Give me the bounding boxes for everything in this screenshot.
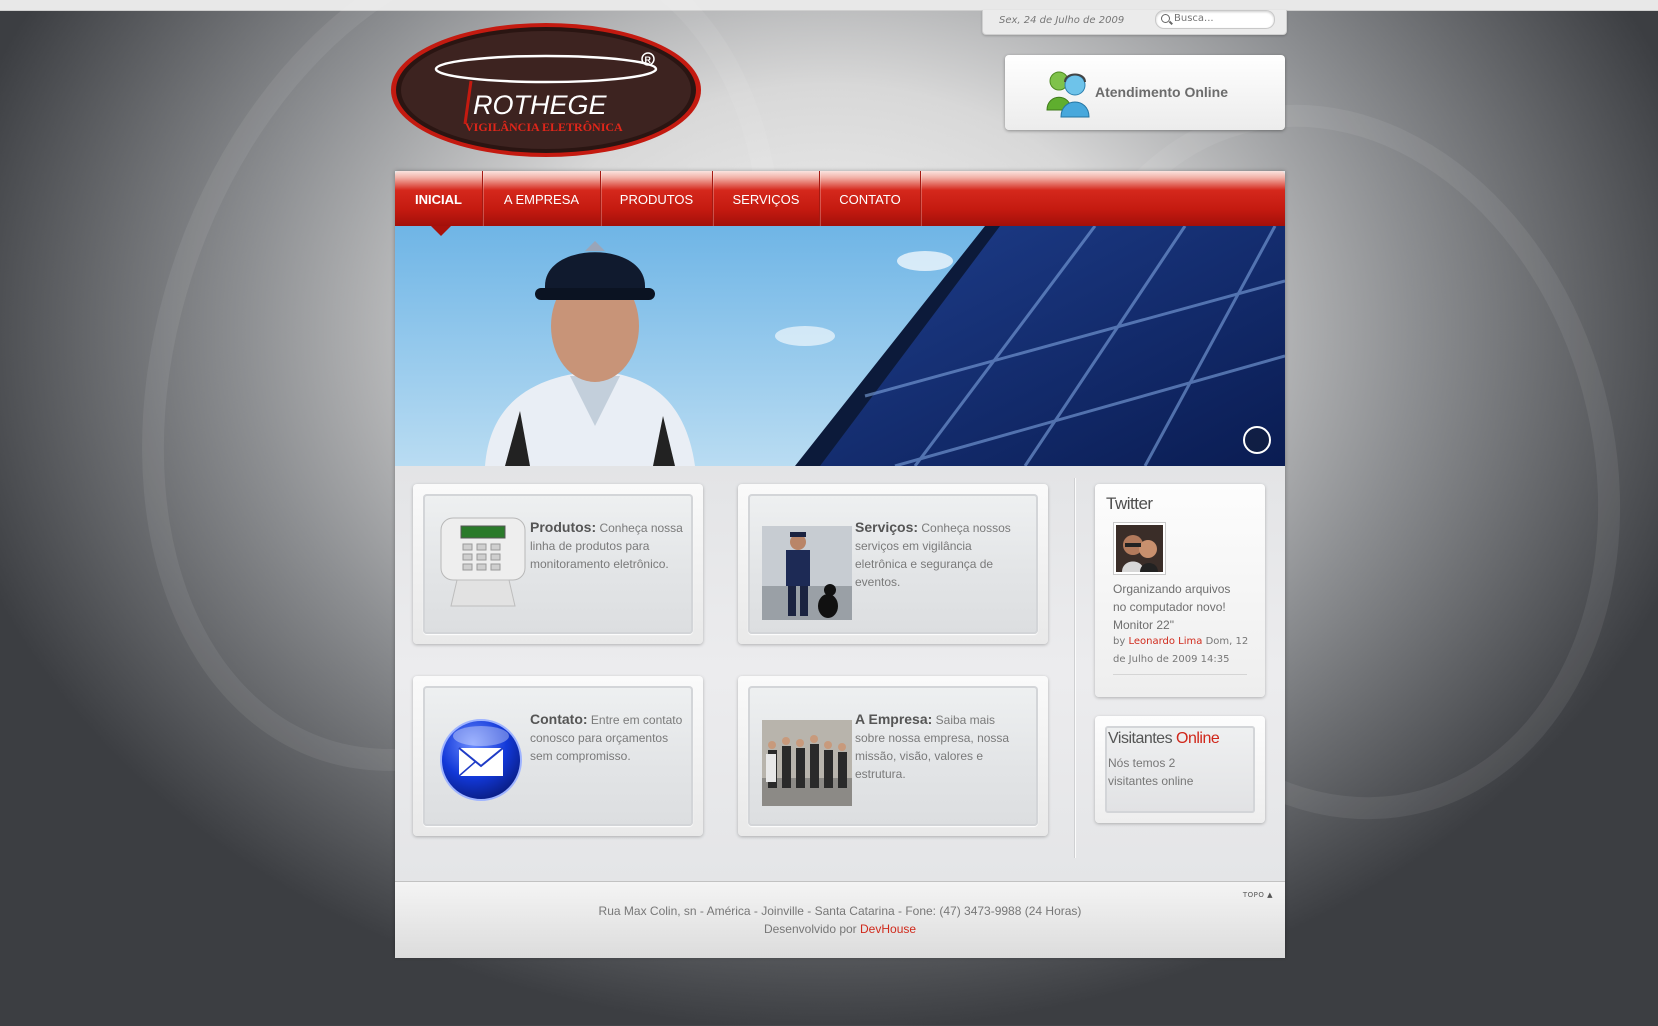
card-title: A Empresa:	[855, 711, 933, 727]
online-support-button[interactable]: Atendimento Online	[1005, 55, 1285, 130]
visitors-title-part1: Visitantes	[1108, 730, 1173, 747]
card-text: Contato: Entre em contato conosco para o…	[530, 710, 688, 765]
site-logo[interactable]: ROTHEGE VIGILÂNCIA ELETRÔNICA R	[389, 21, 703, 160]
hero-banner	[395, 226, 1285, 466]
devhouse-link[interactable]: DevHouse	[860, 922, 916, 936]
card-produtos[interactable]: Produtos: Conheça nossa linha de produto…	[413, 484, 703, 644]
alarm-keypad-image	[437, 514, 527, 608]
tweet-text: Organizando arquivos no computador novo!…	[1113, 582, 1231, 632]
messenger-icon	[1046, 71, 1090, 118]
card-contato[interactable]: Contato: Entre em contato conosco para o…	[413, 676, 703, 836]
card-text: Produtos: Conheça nossa linha de produto…	[530, 518, 688, 573]
card-servicos[interactable]: Serviços: Conheça nossos serviços em vig…	[738, 484, 1048, 644]
logo-subtitle: VIGILÂNCIA ELETRÔNICA	[465, 120, 623, 134]
online-support-label: Atendimento Online	[1095, 84, 1228, 100]
visitors-title: Visitantes Online	[1108, 730, 1220, 748]
footer-address: Rua Max Colin, sn - América - Joinville …	[598, 904, 1082, 918]
security-guard-image	[762, 526, 852, 620]
card-title: Produtos:	[530, 519, 597, 535]
visitors-text: Nós temos 2 visitantes online	[1108, 756, 1194, 788]
svg-text:R: R	[645, 55, 652, 65]
content-area: Produtos: Conheça nossa linha de produto…	[395, 466, 1285, 881]
envelope-icon	[439, 718, 523, 802]
visitors-title-part2: Online	[1176, 730, 1220, 747]
nav-produtos[interactable]: PRODUTOS	[601, 171, 713, 226]
card-title: Contato:	[530, 711, 588, 727]
card-title: Serviços:	[855, 519, 919, 535]
nav-contato[interactable]: CONTATO	[820, 171, 921, 226]
tweet-by: by	[1113, 636, 1126, 647]
banner-image	[395, 226, 1285, 466]
main-container: INICIAL A EMPRESA PRODUTOS SERVIÇOS CONT…	[395, 171, 1285, 958]
column-divider	[1074, 478, 1075, 858]
footer-dev-prefix: Desenvolvido por	[763, 922, 857, 936]
team-image	[762, 720, 852, 806]
visitors-widget: Visitantes Online Nós temos 2 visitantes…	[1095, 716, 1265, 823]
active-nav-indicator	[431, 226, 451, 236]
nav-inicial[interactable]: INICIAL	[395, 171, 483, 226]
search-input[interactable]	[1174, 12, 1268, 25]
card-text: A Empresa: Saiba mais sobre nossa empres…	[855, 710, 1020, 783]
twitter-widget: Twitter Organizando arquivos no computad…	[1095, 484, 1265, 697]
footer-credits: Desenvolvido por DevHouse	[395, 922, 1285, 936]
main-navigation: INICIAL A EMPRESA PRODUTOS SERVIÇOS CONT…	[395, 171, 1285, 226]
twitter-title: Twitter	[1106, 494, 1153, 513]
card-text: Serviços: Conheça nossos serviços em vig…	[855, 518, 1020, 591]
date-search-bar: Sex, 24 de Julho de 2009	[982, 10, 1287, 35]
tweet-meta: by Leonardo Lima Dom, 12 de Julho de 200…	[1113, 633, 1253, 669]
back-to-top-link[interactable]: TOPO ▲	[1243, 891, 1273, 899]
nav-servicos[interactable]: SERVIÇOS	[713, 171, 820, 226]
twitter-avatar[interactable]	[1113, 522, 1166, 575]
search-box[interactable]	[1155, 10, 1275, 29]
nav-a-empresa[interactable]: A EMPRESA	[483, 171, 601, 226]
logo-text: ROTHEGE	[473, 90, 608, 120]
current-date: Sex, 24 de Julho de 2009	[999, 15, 1125, 26]
tweet-separator	[1113, 674, 1247, 675]
footer: TOPO ▲ Rua Max Colin, sn - América - Joi…	[395, 881, 1285, 958]
browser-top-strip	[0, 0, 1658, 11]
back-to-top-label: TOPO	[1242, 891, 1265, 899]
tweet-author-link[interactable]: Leonardo Lima	[1128, 636, 1202, 647]
slider-control[interactable]	[1243, 426, 1271, 454]
arrow-up-icon: ▲	[1267, 891, 1273, 899]
search-icon	[1161, 14, 1170, 23]
card-a-empresa[interactable]: A Empresa: Saiba mais sobre nossa empres…	[738, 676, 1048, 836]
